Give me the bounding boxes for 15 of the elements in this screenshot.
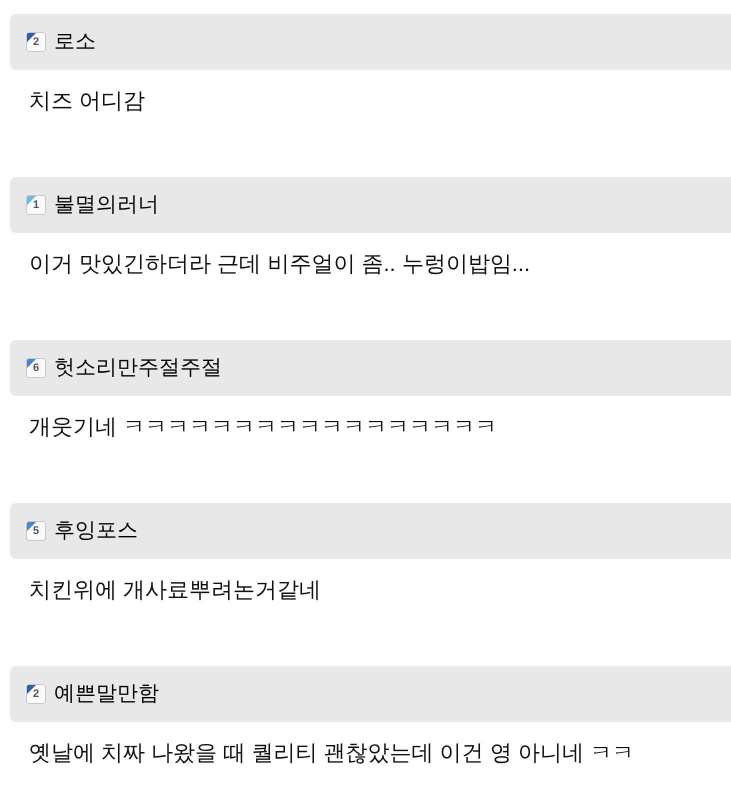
- author-name: 예쁜말만함: [54, 681, 159, 708]
- comment-text: 이거 맛있긴하더라 근데 비주얼이 좀.. 누렁이밥임...: [28, 250, 532, 278]
- level-badge: 2: [26, 684, 46, 704]
- comment-text: 치즈 어디감: [28, 87, 146, 115]
- level-badge: 5: [26, 521, 46, 541]
- author-name: 로소: [54, 29, 96, 56]
- comment-text: 개웃기네 ㅋㅋㅋㅋㅋㅋㅋㅋㅋㅋㅋㅋㅋㅋㅋㅋㅋ: [28, 413, 498, 441]
- level-badge: 6: [26, 358, 46, 378]
- level-badge: 2: [26, 32, 46, 52]
- level-badge: 1: [26, 195, 46, 215]
- author-name: 불멸의러너: [54, 192, 159, 218]
- comment-text: 치킨위에 개사료뿌려논거같네: [28, 576, 322, 604]
- author-name: 헛소리만주절주절: [54, 355, 222, 382]
- comment-text: 옛날에 치짜 나왔을 때 퀄리티 괜찮았는데 이건 영 아니네 ㅋㅋ: [28, 739, 636, 767]
- author-name: 후잉포스: [54, 518, 138, 544]
